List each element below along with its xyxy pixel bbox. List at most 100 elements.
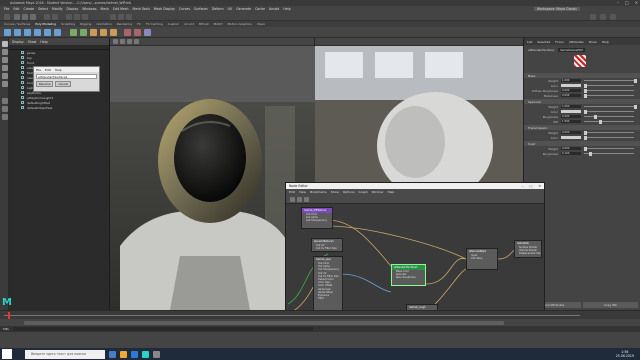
menu-display[interactable]: Display [67,7,79,11]
ae-menu-focus[interactable]: Focus [555,40,564,44]
menu-windows[interactable]: Windows [82,7,96,11]
textured-icon[interactable] [134,39,139,44]
node-port[interactable]: Spec Roughness [392,276,425,279]
maya-taskbar-icon[interactable] [142,350,149,358]
slider-handle[interactable] [584,146,587,151]
windows-start-icon[interactable] [2,349,12,359]
ae-attribute-slider[interactable] [584,151,634,156]
rotate-tool-icon[interactable] [1,73,8,79]
two-panes-layout-icon[interactable] [1,114,8,120]
menu-curves[interactable]: Curves [179,7,190,11]
rename-button[interactable]: Rename [36,81,54,87]
select-by-hierarchy-icon[interactable] [44,13,50,20]
ae-attribute-slider[interactable] [584,104,637,109]
node-port[interactable]: Out Value [467,257,497,260]
ae-attribute-field[interactable]: 0.000 [561,146,581,151]
shelf-tab[interactable]: XGen [257,22,265,26]
ae-attribute-slider[interactable] [584,88,634,93]
attribute-editor-icon[interactable] [610,13,616,20]
node-place2d[interactable]: place2dTexture1 Out UV Out Uv Filter Siz… [311,238,343,252]
ae-attribute-field[interactable] [561,135,581,140]
range-slider[interactable] [0,319,640,326]
multi-cut-icon[interactable] [124,29,131,36]
menu-modify[interactable]: Modify [52,7,63,11]
menu-file[interactable]: File [4,7,9,11]
extrude-icon[interactable] [90,29,97,36]
four-view-layout-icon[interactable] [1,106,8,112]
ae-attribute-slider[interactable] [584,135,634,140]
ae-attribute-slider[interactable] [584,119,634,124]
graph-input-output-icon[interactable] [290,197,295,202]
ne-minimize-button[interactable]: – [522,184,524,188]
slider-handle[interactable] [594,114,597,119]
ae-attribute-field[interactable]: 0.000 [561,93,581,98]
popup-menu-help[interactable]: Help [55,68,62,72]
ne-menu-view[interactable]: View [299,190,306,194]
slider-handle[interactable] [634,104,637,109]
taskbar-search-input[interactable]: Введите здесь текст для поиска [25,349,105,359]
ae-attribute-field[interactable]: 0.000 [561,130,581,135]
popup-menu-edit[interactable]: Edit [45,68,51,72]
ae-attribute-slider[interactable] [584,83,634,88]
menu-arnold[interactable]: Arnold [269,7,279,11]
target-weld-icon[interactable] [134,29,141,36]
outliner-menu-display[interactable]: Display [12,40,24,44]
snap-grid-icon[interactable] [66,13,72,20]
ae-attribute-field[interactable]: 1.000 [561,78,581,83]
ae-attribute-field[interactable] [561,109,581,114]
select-tool-icon[interactable] [1,41,8,47]
ae-menu-list[interactable]: List [527,40,532,44]
camera-attributes-icon[interactable] [113,39,118,44]
ipr-render-icon[interactable] [118,13,124,20]
new-scene-icon[interactable] [14,13,20,20]
maximize-button[interactable]: □ [625,0,629,5]
move-tool-icon[interactable] [1,65,8,71]
ne-close-button[interactable]: × [538,184,541,188]
task-view-icon[interactable] [109,350,116,358]
ne-menu-bookmarks[interactable]: Bookmarks [310,190,327,194]
ne-menu-graph[interactable]: Graph [358,190,367,194]
poly-torus-icon[interactable] [44,29,51,36]
ae-menu-help[interactable]: Help [602,40,609,44]
ae-menu-show[interactable]: Show [589,40,597,44]
ne-menu-show[interactable]: Show [331,190,339,194]
mode-menu-icon[interactable] [4,13,10,20]
menu-mesh[interactable]: Mesh [101,7,109,11]
select-by-object-icon[interactable] [52,13,58,20]
slider-handle[interactable] [589,151,592,156]
shelf-tab[interactable]: FX Caching [146,22,163,26]
channel-box-icon[interactable] [600,13,606,20]
paint-select-icon[interactable] [1,57,8,63]
slider-handle[interactable] [584,88,587,93]
open-scene-icon[interactable] [22,13,28,20]
menu-mesh-display[interactable]: Mesh Display [154,7,175,11]
clear-graph-icon[interactable] [297,197,302,202]
range-bar[interactable] [24,320,504,325]
close-button[interactable]: × [635,0,638,5]
slider-handle[interactable] [584,93,587,98]
shelf-tab[interactable]: FX [137,22,141,26]
node-port[interactable]: Displacement Shader [515,252,541,255]
ne-menu-edit[interactable]: Edit [289,190,295,194]
menu-cache[interactable]: Cache [255,7,265,11]
render-icon[interactable] [110,13,116,20]
shelf-tab[interactable]: Arnold [184,22,194,26]
shelf-tab[interactable]: Curves / Surfaces [4,22,30,26]
poly-cube-icon[interactable] [14,29,21,36]
menu-uv[interactable]: UV [228,7,233,11]
ae-menu-selected[interactable]: Selected [537,40,550,44]
ne-menu-help[interactable]: Help [387,190,394,194]
menu-deform[interactable]: Deform [212,7,224,11]
menu-edit-mesh[interactable]: Edit Mesh [113,7,129,11]
ae-attribute-slider[interactable] [584,130,634,135]
node-normal-map[interactable]: aiNormalMap1 Input Out Value [466,248,498,270]
current-frame-marker[interactable] [8,312,10,319]
shelf-tab[interactable]: Animation [96,22,111,26]
shelf-tab-active[interactable]: Poly Modeling [35,22,56,26]
slider-handle[interactable] [584,83,587,88]
outliner-menu-show[interactable]: Show [28,40,37,44]
separate-icon[interactable] [80,29,87,36]
lasso-tool-icon[interactable] [1,49,8,55]
time-slider[interactable] [0,310,640,319]
poly-cone-icon[interactable] [34,29,41,36]
